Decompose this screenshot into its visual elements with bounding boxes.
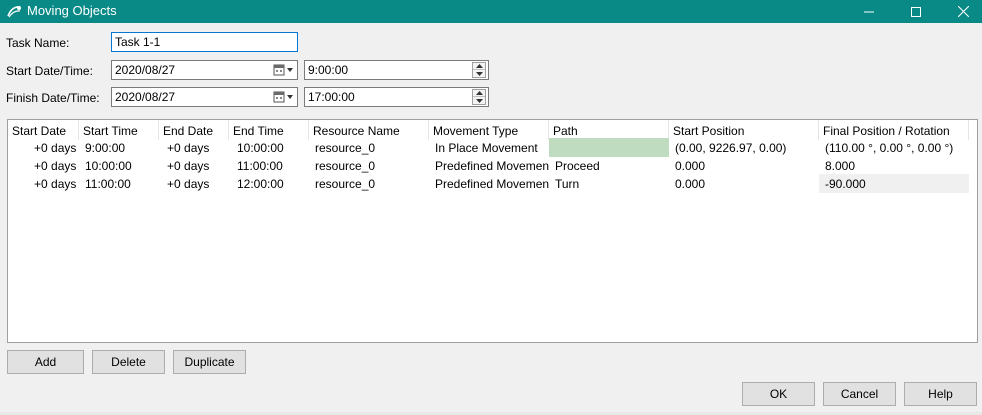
start-date-value: 2020/08/27 bbox=[115, 63, 176, 77]
column-header-start-time[interactable]: Start Time bbox=[79, 120, 159, 140]
ok-button[interactable]: OK bbox=[742, 382, 815, 406]
task-name-input[interactable]: Task 1-1 bbox=[111, 32, 298, 52]
calendar-dropdown-icon[interactable] bbox=[272, 89, 296, 105]
table-cell[interactable]: resource_0 bbox=[311, 140, 429, 158]
table-cell[interactable]: Predefined Movement bbox=[431, 158, 549, 176]
table-cell[interactable]: +0 days bbox=[163, 176, 229, 194]
table-cell[interactable]: (110.00 °, 0.00 °, 0.00 °) bbox=[821, 140, 969, 158]
column-header-end-time[interactable]: End Time bbox=[229, 120, 309, 140]
column-header-final-position[interactable]: Final Position / Rotation bbox=[819, 120, 969, 140]
cancel-button[interactable]: Cancel bbox=[823, 382, 896, 406]
table-cell[interactable]: +0 days bbox=[30, 140, 79, 158]
column-header-end-date[interactable]: End Date bbox=[159, 120, 229, 140]
table-cell[interactable]: 10:00:00 bbox=[81, 158, 159, 176]
column-header-start-position[interactable]: Start Position bbox=[669, 120, 819, 140]
finish-datetime-label: Finish Date/Time: bbox=[6, 91, 100, 105]
help-button[interactable]: Help bbox=[904, 382, 977, 406]
finish-date-value: 2020/08/27 bbox=[115, 90, 176, 104]
path-cell-empty[interactable] bbox=[549, 138, 669, 157]
spin-up-icon[interactable] bbox=[473, 63, 485, 70]
table-cell[interactable]: resource_0 bbox=[311, 176, 429, 194]
spin-down-icon[interactable] bbox=[473, 70, 485, 77]
table-cell[interactable]: 11:00:00 bbox=[81, 176, 159, 194]
movement-table[interactable]: Start Date Start Time End Date End Time … bbox=[7, 119, 978, 343]
finish-time-spinner[interactable] bbox=[472, 89, 486, 105]
table-cell[interactable]: resource_0 bbox=[311, 158, 429, 176]
minimize-button[interactable] bbox=[846, 0, 892, 23]
task-name-label: Task Name: bbox=[6, 36, 70, 50]
table-cell[interactable]: 9:00:00 bbox=[81, 140, 159, 158]
dialog-body: Task Name: Task 1-1 Start Date/Time: 202… bbox=[0, 23, 982, 415]
title-bar: Moving Objects bbox=[0, 0, 982, 23]
window-title: Moving Objects bbox=[27, 3, 117, 18]
column-header-start-date[interactable]: Start Date bbox=[8, 120, 79, 140]
table-cell[interactable]: Turn bbox=[551, 176, 669, 194]
start-datetime-label: Start Date/Time: bbox=[6, 64, 93, 78]
duplicate-button[interactable]: Duplicate bbox=[173, 350, 246, 374]
add-button[interactable]: Add bbox=[7, 350, 84, 374]
app-icon bbox=[6, 4, 22, 19]
table-cell[interactable]: +0 days bbox=[30, 176, 79, 194]
start-time-value: 9:00:00 bbox=[308, 63, 349, 77]
delete-button[interactable]: Delete bbox=[92, 350, 165, 374]
table-cell[interactable]: 0.000 bbox=[671, 158, 819, 176]
table-cell[interactable]: +0 days bbox=[30, 158, 79, 176]
table-cell[interactable]: 0.000 bbox=[671, 176, 819, 194]
table-cell-selected[interactable]: -90.000 bbox=[819, 174, 969, 193]
column-header-path[interactable]: Path bbox=[549, 120, 669, 140]
start-date-picker[interactable]: 2020/08/27 bbox=[111, 60, 298, 80]
table-cell[interactable]: (0.00, 9226.97, 0.00) bbox=[671, 140, 819, 158]
table-cell[interactable]: +0 days bbox=[163, 158, 229, 176]
task-name-value: Task 1-1 bbox=[115, 35, 161, 49]
close-button[interactable] bbox=[940, 0, 982, 23]
table-cell[interactable]: Proceed bbox=[551, 158, 669, 176]
table-cell[interactable]: In Place Movement bbox=[431, 140, 549, 158]
table-cell[interactable]: +0 days bbox=[163, 140, 229, 158]
table-cell[interactable]: 10:00:00 bbox=[233, 140, 309, 158]
spin-up-icon[interactable] bbox=[473, 90, 485, 97]
calendar-dropdown-icon[interactable] bbox=[272, 62, 296, 78]
finish-time-input[interactable]: 17:00:00 bbox=[304, 87, 489, 107]
finish-time-value: 17:00:00 bbox=[308, 90, 355, 104]
table-cell[interactable]: 12:00:00 bbox=[233, 176, 309, 194]
column-header-movement-type[interactable]: Movement Type bbox=[429, 120, 549, 140]
start-time-spinner[interactable] bbox=[472, 62, 486, 78]
column-header-resource-name[interactable]: Resource Name bbox=[309, 120, 429, 140]
table-cell[interactable]: 11:00:00 bbox=[233, 158, 309, 176]
maximize-button[interactable] bbox=[893, 0, 939, 23]
table-cell[interactable]: Predefined Movement bbox=[431, 176, 549, 194]
start-time-input[interactable]: 9:00:00 bbox=[304, 60, 489, 80]
finish-date-picker[interactable]: 2020/08/27 bbox=[111, 87, 298, 107]
spin-down-icon[interactable] bbox=[473, 97, 485, 104]
